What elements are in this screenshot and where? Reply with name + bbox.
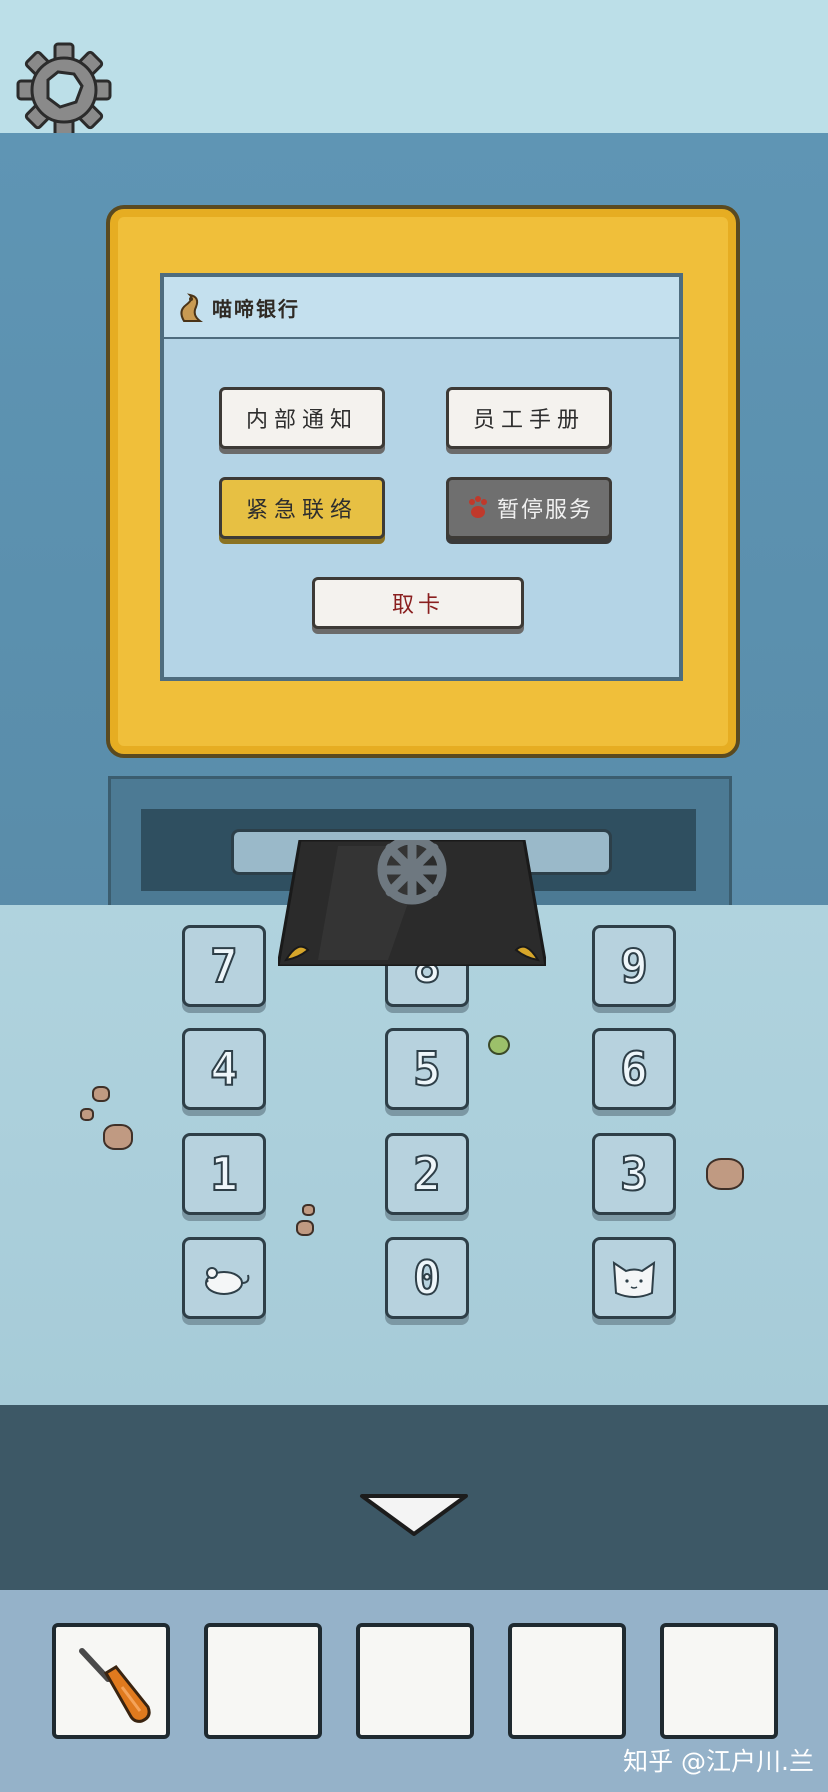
paw-icon [465,495,491,521]
screen-header: 喵啼银行 [164,277,679,339]
employee-handbook-button[interactable]: 员工手册 [446,387,612,449]
pebble [80,1108,94,1121]
key-0[interactable]: 0 [385,1237,469,1319]
pebble [92,1086,110,1102]
screwdriver-icon [79,1648,151,1723]
pause-service-label: 暂停服务 [496,498,593,523]
pebble [706,1158,744,1190]
internal-notice-button[interactable]: 内部通知 [219,387,385,449]
pause-service-button[interactable]: 暂停服务 [446,477,612,539]
down-arrow-icon[interactable] [358,1492,470,1537]
inventory-slot-1[interactable] [52,1623,170,1739]
atm-screen: 喵啼银行 内部通知 员工手册 紧急联络 暂停服务 取卡 [160,273,683,681]
bank-logo-icon [176,291,206,325]
key-cat[interactable] [592,1237,676,1319]
settings-gear-icon[interactable] [14,40,114,140]
mouse-icon [205,1267,250,1295]
inventory-slot-4[interactable] [508,1623,626,1739]
key-7[interactable]: 7 [182,925,266,1007]
atm-screen-frame: 喵啼银行 内部通知 员工手册 紧急联络 暂停服务 取卡 [106,205,740,758]
key-3[interactable]: 3 [592,1133,676,1215]
key-1[interactable]: 1 [182,1133,266,1215]
inventory-slot-3[interactable] [356,1623,474,1739]
inventory-slot-5[interactable] [660,1623,778,1739]
pebble [296,1220,314,1236]
cat-face-icon [612,1261,656,1298]
take-card-button[interactable]: 取卡 [312,577,524,629]
pebble [302,1204,315,1216]
key-2[interactable]: 2 [385,1133,469,1215]
top-bar [0,0,828,136]
emergency-contact-button[interactable]: 紧急联络 [219,477,385,539]
key-4[interactable]: 4 [182,1028,266,1110]
bank-name: 喵啼银行 [212,297,300,321]
key-mouse[interactable] [182,1237,266,1319]
inventory-slot-2[interactable] [204,1623,322,1739]
watermark: 知乎 @江户川.兰 [623,1747,814,1776]
green-crumb [488,1035,510,1055]
key-6[interactable]: 6 [592,1028,676,1110]
pebble [103,1124,133,1150]
key-5[interactable]: 5 [385,1028,469,1110]
bank-card-item[interactable] [276,835,548,968]
key-9[interactable]: 9 [592,925,676,1007]
